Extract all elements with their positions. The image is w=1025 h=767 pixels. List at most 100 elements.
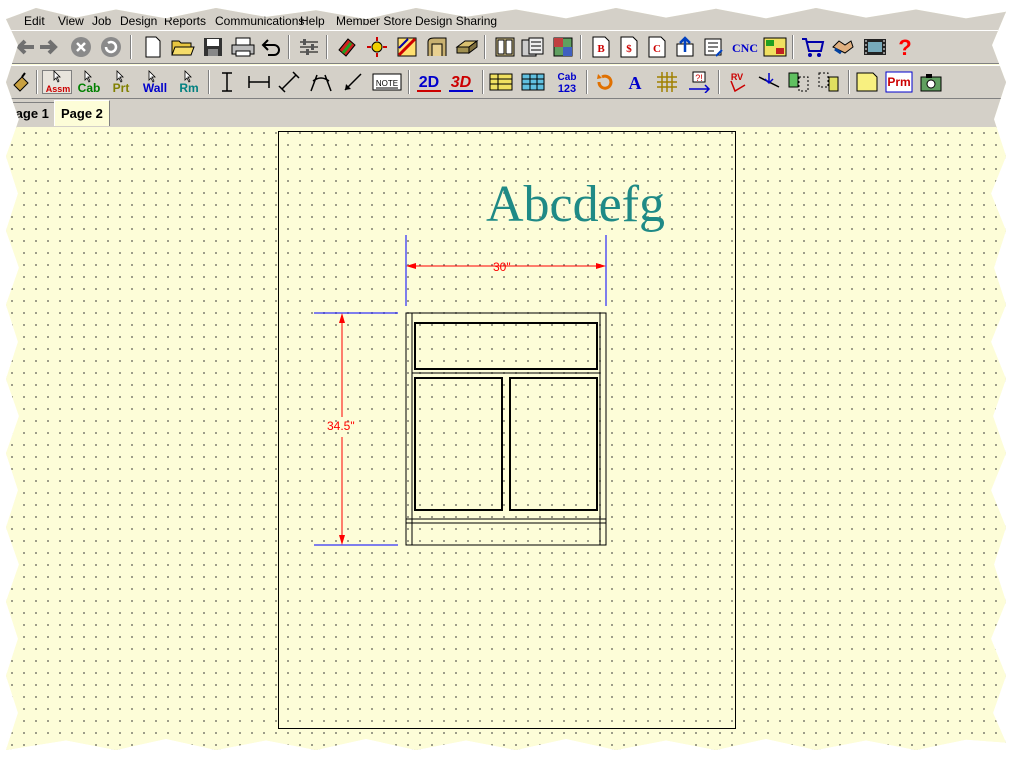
help-icon[interactable]: ?	[892, 35, 918, 59]
menu-edit[interactable]: Edit	[24, 14, 45, 28]
bid-report-icon[interactable]: B	[588, 35, 614, 59]
base-cabinet[interactable]	[405, 312, 607, 546]
settings-sliders-icon[interactable]	[296, 35, 322, 59]
page-icon[interactable]	[854, 70, 880, 94]
snap-icon[interactable]: ?!	[686, 70, 712, 94]
height-dimension-label: 34.5"	[327, 419, 355, 433]
svg-text:?!: ?!	[695, 73, 703, 83]
select-part-button[interactable]: Prt	[106, 70, 136, 94]
back-arrow-icon[interactable]	[12, 35, 38, 59]
molding-icon[interactable]	[424, 35, 450, 59]
forward-arrow-icon[interactable]	[36, 35, 62, 59]
edge-band-icon[interactable]	[394, 35, 420, 59]
refresh-icon[interactable]	[98, 35, 124, 59]
view-3d-button[interactable]: 3D	[446, 70, 476, 94]
cancel-icon[interactable]	[68, 35, 94, 59]
svg-text:B: B	[597, 43, 605, 55]
undo-icon[interactable]	[258, 35, 284, 59]
view-2d-button[interactable]: 2D	[414, 70, 444, 94]
texture-icon[interactable]	[550, 35, 576, 59]
menu-member-store[interactable]: Member Store	[336, 14, 412, 28]
material-swatch-icon[interactable]	[334, 35, 360, 59]
select-assembly-button[interactable]: Assm	[42, 70, 72, 94]
width-dimension-label: 30"	[493, 260, 511, 274]
copy-icon[interactable]	[786, 70, 812, 94]
menu-design-sharing[interactable]: Design Sharing	[415, 14, 497, 28]
toolbar-separator	[36, 70, 38, 94]
select-room-button[interactable]: Rm	[174, 70, 204, 94]
handshake-icon[interactable]	[830, 35, 856, 59]
import-icon[interactable]	[700, 35, 726, 59]
svg-text:Wall: Wall	[143, 81, 167, 94]
select-wall-button[interactable]: Wall	[138, 70, 172, 94]
menu-bar: Edit View Job Design Reports Communicati…	[6, 8, 1006, 30]
text-icon[interactable]: A	[622, 70, 648, 94]
toolbar-separator	[408, 70, 410, 94]
toolbar-separator	[718, 70, 720, 94]
leader-line-icon[interactable]	[340, 70, 366, 94]
toolbar-separator	[482, 70, 484, 94]
menu-help[interactable]: Help	[300, 14, 325, 28]
cabinet-numbers-button[interactable]: Cab 123	[552, 70, 582, 94]
svg-text:Assm: Assm	[46, 84, 71, 94]
cabinet-group-icon[interactable]	[520, 35, 546, 59]
menu-design[interactable]: Design	[120, 14, 157, 28]
toolbar-separator	[580, 35, 582, 59]
price-report-icon[interactable]: $	[616, 35, 642, 59]
film-icon[interactable]	[862, 35, 888, 59]
toolbar-separator	[848, 70, 850, 94]
cnc-icon[interactable]: CNC	[730, 35, 760, 59]
menu-communications[interactable]: Communications	[215, 14, 304, 28]
save-icon[interactable]	[200, 35, 226, 59]
print-icon[interactable]	[230, 35, 256, 59]
toolbar-separator	[130, 35, 132, 59]
select-cabinet-button[interactable]: Cab	[74, 70, 104, 94]
svg-text:A: A	[629, 73, 642, 93]
svg-text:Prt: Prt	[113, 81, 130, 94]
svg-text:3D: 3D	[451, 74, 472, 91]
tab-page-2[interactable]: Page 2	[54, 100, 110, 126]
reveal-icon[interactable]: RV	[724, 70, 750, 94]
cabinet-library-icon[interactable]	[492, 35, 518, 59]
toolbar-separator	[586, 70, 588, 94]
table-alt-icon[interactable]	[520, 70, 546, 94]
paste-icon[interactable]	[816, 70, 842, 94]
export-icon[interactable]	[672, 35, 698, 59]
align-icon[interactable]	[756, 70, 782, 94]
parameters-button[interactable]: Prm	[884, 70, 914, 94]
countertop-icon[interactable]	[454, 35, 480, 59]
drawing-toolbar: Assm Cab Prt Wall Rm NOTE 2D 3D Cab 123 …	[6, 65, 1006, 99]
new-document-icon[interactable]	[140, 35, 166, 59]
toolbar-separator	[288, 35, 290, 59]
diagonal-dimension-icon[interactable]	[276, 70, 302, 94]
rotate-icon[interactable]	[592, 70, 618, 94]
toolbar-separator	[326, 35, 328, 59]
cutlist-report-icon[interactable]: C	[644, 35, 670, 59]
main-toolbar: B $ C CNC ?	[6, 30, 1006, 64]
menu-job[interactable]: Job	[92, 14, 111, 28]
menu-reports[interactable]: Reports	[164, 14, 206, 28]
svg-text:RV: RV	[731, 72, 743, 82]
cart-icon[interactable]	[800, 35, 826, 59]
angle-dimension-icon[interactable]	[308, 70, 334, 94]
toolbar-separator	[484, 35, 486, 59]
table-icon[interactable]	[488, 70, 514, 94]
drawing-canvas[interactable]: Abcdefg 30" 34.5"	[6, 127, 1006, 750]
svg-text:NOTE: NOTE	[376, 79, 398, 88]
layout-icon[interactable]	[762, 35, 788, 59]
cabinet-elevation-drawing	[314, 235, 607, 546]
horizontal-dimension-icon[interactable]	[246, 70, 272, 94]
menu-view[interactable]: View	[58, 14, 84, 28]
grid-icon[interactable]	[654, 70, 680, 94]
light-icon[interactable]	[364, 35, 390, 59]
svg-text:2D: 2D	[419, 74, 439, 91]
note-button[interactable]: NOTE	[372, 70, 402, 94]
tab-page-1[interactable]: Page 1	[6, 102, 56, 124]
toolbar-separator	[792, 35, 794, 59]
open-folder-icon[interactable]	[170, 35, 196, 59]
paint-icon[interactable]	[8, 70, 34, 94]
right-door	[509, 377, 598, 511]
vertical-dimension-icon[interactable]	[214, 70, 240, 94]
camera-icon[interactable]	[918, 70, 944, 94]
svg-text:Prm: Prm	[887, 75, 910, 89]
